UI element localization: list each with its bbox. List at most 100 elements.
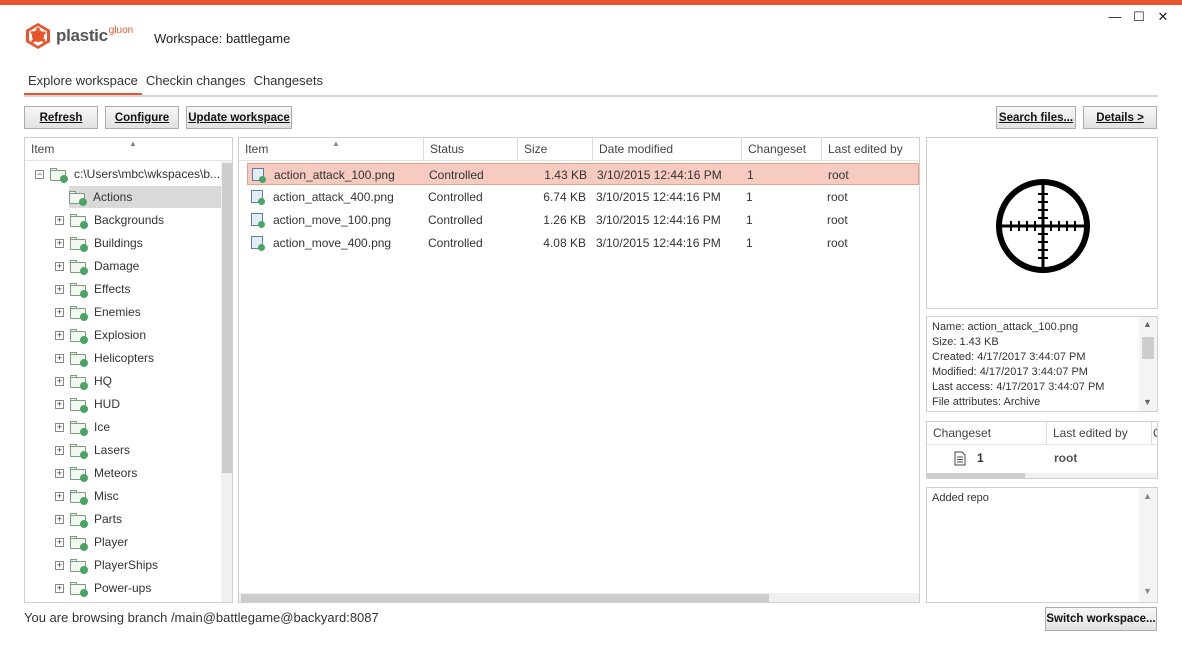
- tree-item[interactable]: + Backgrounds: [55, 209, 164, 231]
- expand-icon[interactable]: +: [55, 491, 64, 501]
- search-files-button[interactable]: Search files...: [996, 106, 1076, 129]
- file-row[interactable]: action_move_100.png Controlled 1.26 KB 3/10…: [247, 209, 919, 231]
- tab-changesets[interactable]: Changesets: [250, 72, 327, 96]
- tab-checkin-changes[interactable]: Checkin changes: [142, 72, 250, 96]
- folder-icon: [70, 282, 88, 298]
- file-changeset: 1: [746, 236, 753, 250]
- update-workspace-button[interactable]: Update workspace: [186, 106, 292, 129]
- scroll-up-icon[interactable]: ▲: [1143, 319, 1152, 329]
- tree-item[interactable]: + PlayerShips: [55, 554, 158, 576]
- expand-icon[interactable]: +: [55, 445, 64, 455]
- tree-item[interactable]: + Meteors: [55, 462, 137, 484]
- tree-item[interactable]: + Player: [55, 531, 128, 553]
- file-row[interactable]: action_move_400.png Controlled 4.08 KB 3/10…: [247, 232, 919, 254]
- tree-item[interactable]: + Lasers: [55, 439, 130, 461]
- tree-root[interactable]: − c:\Users\mbc\wkspaces\b...: [35, 163, 220, 185]
- comment-text: Added repo: [932, 492, 989, 504]
- scroll-up-icon[interactable]: ▲: [1143, 491, 1152, 501]
- maximize-button[interactable]: ☐: [1128, 8, 1150, 26]
- comment-panel: Added repo ▲ ▼: [926, 487, 1158, 603]
- folder-icon: [70, 443, 88, 459]
- expand-icon[interactable]: +: [55, 261, 64, 271]
- expand-icon[interactable]: +: [55, 537, 64, 547]
- expand-icon[interactable]: +: [55, 399, 64, 409]
- file-info-line: Name: action_attack_100.png: [932, 321, 1079, 333]
- close-button[interactable]: ✕: [1152, 8, 1174, 26]
- tree-item[interactable]: + Explosion: [55, 324, 146, 346]
- configure-button[interactable]: Configure: [105, 106, 179, 129]
- folder-icon: [70, 351, 88, 367]
- file-list-hscrollbar-thumb[interactable]: [241, 594, 769, 602]
- history-hscrollbar[interactable]: [927, 473, 1157, 478]
- tree-item[interactable]: + Effects: [55, 278, 130, 300]
- expand-icon[interactable]: +: [55, 468, 64, 478]
- history-col-changeset[interactable]: Changeset: [927, 422, 1047, 444]
- tree-item-label: Actions: [93, 190, 133, 204]
- tree-item[interactable]: + Misc: [55, 485, 119, 507]
- refresh-button[interactable]: Refresh: [24, 106, 98, 129]
- tree-item-label: Enemies: [94, 305, 141, 319]
- tree-item[interactable]: + Helicopters: [55, 347, 154, 369]
- expand-icon[interactable]: +: [55, 284, 64, 294]
- expand-icon[interactable]: +: [55, 422, 64, 432]
- tree-item[interactable]: Actions: [69, 186, 221, 208]
- file-row[interactable]: action_attack_100.png Controlled 1.43 KB 3/…: [247, 163, 919, 185]
- expand-icon[interactable]: +: [55, 353, 64, 363]
- switch-workspace-button[interactable]: Switch workspace...: [1045, 607, 1157, 631]
- col-date-modified[interactable]: Date modified: [593, 138, 742, 160]
- header-divider: [239, 160, 919, 161]
- workspace-tree-panel: Item ▲ − c:\Users\mbc\wkspaces\b... Acti…: [24, 137, 233, 603]
- file-info-scrollbar[interactable]: ▲ ▼: [1139, 317, 1157, 411]
- col-changeset[interactable]: Changeset: [742, 138, 822, 160]
- tree-item-label: Backgrounds: [94, 213, 165, 227]
- file-info-panel: Name: action_attack_100.png Size: 1.43 KB…: [926, 316, 1158, 412]
- folder-icon: [70, 259, 88, 275]
- expand-icon[interactable]: +: [55, 376, 64, 386]
- file-list-hscrollbar[interactable]: [239, 593, 919, 602]
- tree-item-label: Power-ups: [94, 581, 152, 595]
- file-info-scrollbar-thumb[interactable]: [1142, 337, 1154, 359]
- history-col-overflow[interactable]: C: [1152, 422, 1157, 444]
- tree-item[interactable]: + Ice: [55, 416, 110, 438]
- expand-icon[interactable]: +: [55, 330, 64, 340]
- tree-item[interactable]: + Damage: [55, 255, 139, 277]
- image-file-icon: [252, 168, 266, 183]
- folder-icon: [70, 489, 88, 505]
- tree-scrollbar[interactable]: [221, 161, 232, 602]
- file-size: 6.74 KB: [543, 190, 586, 204]
- tree-item[interactable]: + Buildings: [55, 232, 143, 254]
- update-workspace-label: Update workspace: [188, 111, 290, 124]
- accent-bar: [0, 0, 1182, 5]
- expand-icon[interactable]: +: [55, 238, 64, 248]
- comment-scrollbar[interactable]: ▲ ▼: [1139, 488, 1157, 602]
- minimize-button[interactable]: —: [1104, 8, 1126, 26]
- tree-item[interactable]: + HUD: [55, 393, 120, 415]
- tree-scrollbar-thumb[interactable]: [222, 163, 232, 473]
- more-icon[interactable]: ⋮: [1153, 450, 1157, 464]
- col-status[interactable]: Status: [424, 138, 518, 160]
- history-col-last-edited-by[interactable]: Last edited by: [1047, 422, 1152, 444]
- expand-icon[interactable]: +: [55, 560, 64, 570]
- col-last-edited-by[interactable]: Last edited by: [822, 138, 919, 160]
- file-row[interactable]: action_attack_400.png Controlled 6.74 KB 3/…: [247, 186, 919, 208]
- tree-item[interactable]: + Enemies: [55, 301, 141, 323]
- col-size[interactable]: Size: [518, 138, 593, 160]
- scroll-down-icon[interactable]: ▼: [1143, 586, 1152, 596]
- file-date-modified: 3/10/2015 12:44:16 PM: [596, 213, 721, 227]
- expand-icon[interactable]: +: [55, 215, 64, 225]
- history-row[interactable]: 1 root ⋮: [927, 447, 1157, 471]
- tree-item[interactable]: + HQ: [55, 370, 112, 392]
- details-button[interactable]: Details >: [1083, 106, 1157, 129]
- collapse-icon[interactable]: −: [35, 169, 44, 179]
- folder-icon: [70, 558, 88, 574]
- expand-icon[interactable]: +: [55, 307, 64, 317]
- tree-item[interactable]: + Power-ups: [55, 577, 151, 599]
- tree-item[interactable]: + Parts: [55, 508, 122, 530]
- history-panel: Changeset Last edited by C 1 root ⋮: [926, 421, 1158, 479]
- expand-icon[interactable]: +: [55, 583, 64, 593]
- expand-icon[interactable]: +: [55, 514, 64, 524]
- history-hscrollbar-thumb[interactable]: [927, 473, 1025, 478]
- tab-explore-workspace[interactable]: Explore workspace: [24, 72, 142, 96]
- changeset-document-icon: [954, 451, 966, 466]
- scroll-down-icon[interactable]: ▼: [1143, 397, 1152, 407]
